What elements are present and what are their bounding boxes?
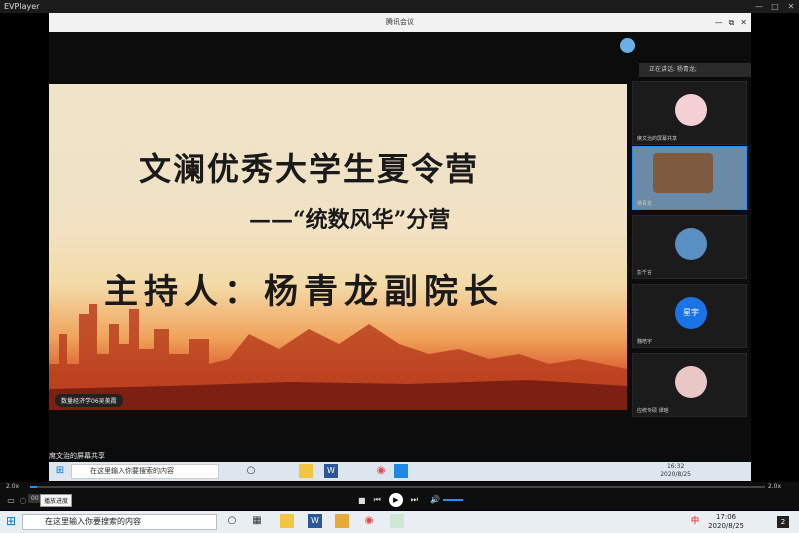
maximize-button[interactable]: □ xyxy=(767,0,783,13)
inner-search-input[interactable]: 在这里输入你要搜索的内容 xyxy=(71,464,219,479)
minimize-button[interactable]: — xyxy=(751,0,767,13)
participant-tile[interactable]: 席文治的屏幕共享 xyxy=(632,81,747,145)
notification-badge[interactable]: 2 xyxy=(777,516,789,528)
close-button[interactable]: ✕ xyxy=(783,0,799,13)
inner-taskbar: ⊞ 在这里输入你要搜索的内容 ○ W ◉ 16:32 2020/8/25 xyxy=(49,462,751,481)
word-icon[interactable]: W xyxy=(308,514,322,528)
speed-right[interactable]: 2.0x xyxy=(768,482,781,492)
participant-tile[interactable]: 彭千言 xyxy=(632,215,747,279)
windows-start-icon[interactable]: ⊞ xyxy=(4,514,18,528)
progress-fill xyxy=(30,486,38,488)
shared-slide: 文澜优秀大学生夏令营 ——“统数风华”分营 主持人：杨青龙副院长 数量经济学06… xyxy=(49,84,627,410)
word-icon[interactable]: W xyxy=(324,464,338,478)
progress-bar[interactable] xyxy=(30,486,765,488)
volume-icon[interactable]: 🔊 xyxy=(430,495,440,504)
task-view-icon[interactable]: ○ xyxy=(225,514,239,528)
playback-buttons: ■ ⏮ ▶ ⏭ xyxy=(358,493,418,507)
speed-left[interactable]: 2.0x xyxy=(6,482,19,492)
task-view-icon[interactable]: ○ xyxy=(244,464,258,478)
ime-icon[interactable]: 中 xyxy=(688,514,702,528)
play-button[interactable]: ▶ xyxy=(388,493,403,507)
avatar xyxy=(675,366,707,398)
inner-clock: 16:32 2020/8/25 xyxy=(660,463,691,478)
participant-tile-active[interactable]: 杨青龙 xyxy=(632,146,747,210)
player-controls: ▭ ◌ 00 播放进度 ■ ⏮ ▶ ⏭ 🔊 xyxy=(0,492,799,510)
volume-slider[interactable] xyxy=(442,498,463,501)
skyline-illustration xyxy=(49,304,627,410)
meeting-window: 腾讯会议 — ⧉ ✕ 文澜优秀大学生夏令营 ——“统数风华”分营 主持人：杨青龙… xyxy=(49,13,751,463)
participant-name: 魏皓宇 xyxy=(637,339,653,345)
meeting-restore-button[interactable]: ⧉ xyxy=(729,13,735,32)
screen-share-label: 席文治的屏幕共享 xyxy=(49,452,105,460)
widgets-icon[interactable]: ▦ xyxy=(250,514,264,528)
meeting-minimize-button[interactable]: — xyxy=(715,13,723,32)
meeting-app-icon[interactable] xyxy=(390,514,404,528)
meeting-app-icon[interactable] xyxy=(394,464,408,478)
windows-taskbar: ⊞ 在这里输入你要搜索的内容 ○ ▦ W ◉ 中 17:06 2020/8/25 … xyxy=(0,511,799,533)
chrome-icon[interactable]: ◉ xyxy=(374,464,388,478)
stop-icon[interactable]: ■ xyxy=(358,496,366,505)
share-status-dot[interactable] xyxy=(620,38,635,53)
prev-icon[interactable]: ⏮ xyxy=(374,495,381,505)
next-icon[interactable]: ⏭ xyxy=(411,495,418,505)
volume-control[interactable]: 🔊 xyxy=(430,495,463,504)
avatar xyxy=(675,228,707,260)
slide-title: 文澜优秀大学生夏令营 xyxy=(139,150,480,188)
participant-name: 杨青龙 xyxy=(637,201,653,207)
meeting-window-buttons: — ⧉ ✕ xyxy=(715,13,747,32)
slide-subtitle: ——“统数风华”分营 xyxy=(249,207,451,233)
avatar xyxy=(675,94,707,126)
meeting-close-button[interactable]: ✕ xyxy=(740,13,747,32)
meeting-title: 腾讯会议 xyxy=(49,13,751,32)
speaking-indicator: 正在讲话: 杨青龙; xyxy=(639,63,751,77)
video-avatar xyxy=(653,153,713,193)
participant-name: 应统专硕 谭瑶 xyxy=(637,408,669,414)
wechat-icon[interactable] xyxy=(280,514,294,528)
player-title: EVPlayer xyxy=(0,0,799,13)
participant-tile[interactable]: 应统专硕 谭瑶 xyxy=(632,353,747,417)
participant-name: 席文治的屏幕共享 xyxy=(637,136,678,142)
taskbar-clock[interactable]: 17:06 2020/8/25 xyxy=(708,513,744,531)
windows-start-icon[interactable]: ⊞ xyxy=(53,464,67,478)
participant-tile[interactable]: 星宇 魏皓宇 xyxy=(632,284,747,348)
slide-name-tag: 数量经济学06吴美霞 xyxy=(55,394,123,407)
folder-icon[interactable] xyxy=(335,514,349,528)
progress-tooltip: 播放进度 xyxy=(40,494,73,507)
participant-name: 彭千言 xyxy=(637,270,653,276)
taskbar-search-input[interactable]: 在这里输入你要搜索的内容 xyxy=(22,514,217,530)
wechat-icon[interactable] xyxy=(299,464,313,478)
avatar: 星宇 xyxy=(675,297,707,329)
player-progress-row: 2.0x 2.0x xyxy=(0,482,799,492)
chrome-icon[interactable]: ◉ xyxy=(362,514,376,528)
player-window-buttons: — □ ✕ xyxy=(751,0,799,13)
